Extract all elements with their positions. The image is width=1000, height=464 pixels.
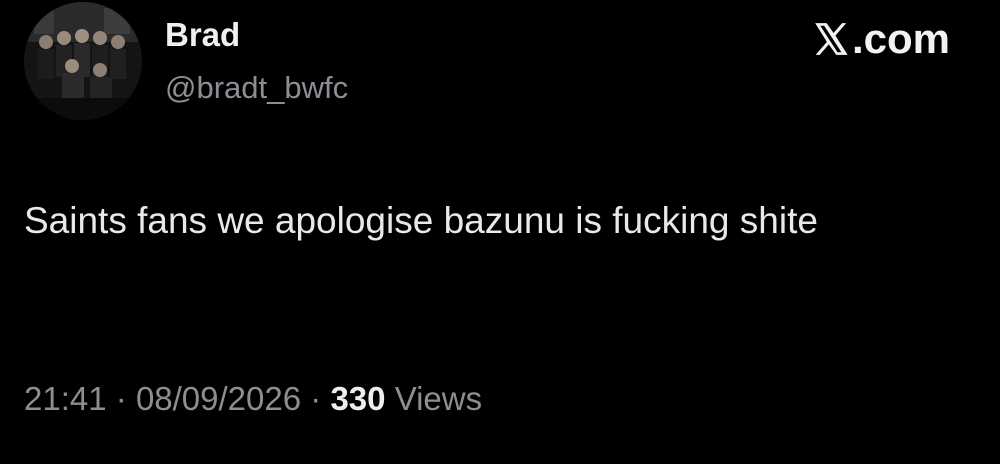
views-label: Views bbox=[394, 380, 483, 417]
tweet-meta: 21:41 · 08/09/2026 · 330 Views bbox=[24, 382, 482, 415]
meta-separator: · bbox=[310, 380, 322, 417]
meta-separator: · bbox=[115, 380, 127, 417]
avatar[interactable] bbox=[24, 2, 142, 120]
tweet-card: Brad @bradt_bwfc .com Saints fans we apo… bbox=[0, 0, 1000, 464]
user-handle[interactable]: @bradt_bwfc bbox=[165, 72, 348, 103]
tweet-text: Saints fans we apologise bazunu is fucki… bbox=[24, 200, 818, 241]
views-count[interactable]: 330 bbox=[330, 380, 385, 417]
brand-domain-label: .com bbox=[851, 15, 950, 62]
x-logo-icon bbox=[812, 20, 850, 58]
tweet-time[interactable]: 21:41 bbox=[24, 380, 107, 417]
display-name[interactable]: Brad bbox=[165, 18, 240, 51]
brand-watermark: .com bbox=[812, 18, 950, 60]
tweet-date[interactable]: 08/09/2026 bbox=[136, 380, 301, 417]
avatar-group-photo-icon bbox=[24, 2, 142, 120]
